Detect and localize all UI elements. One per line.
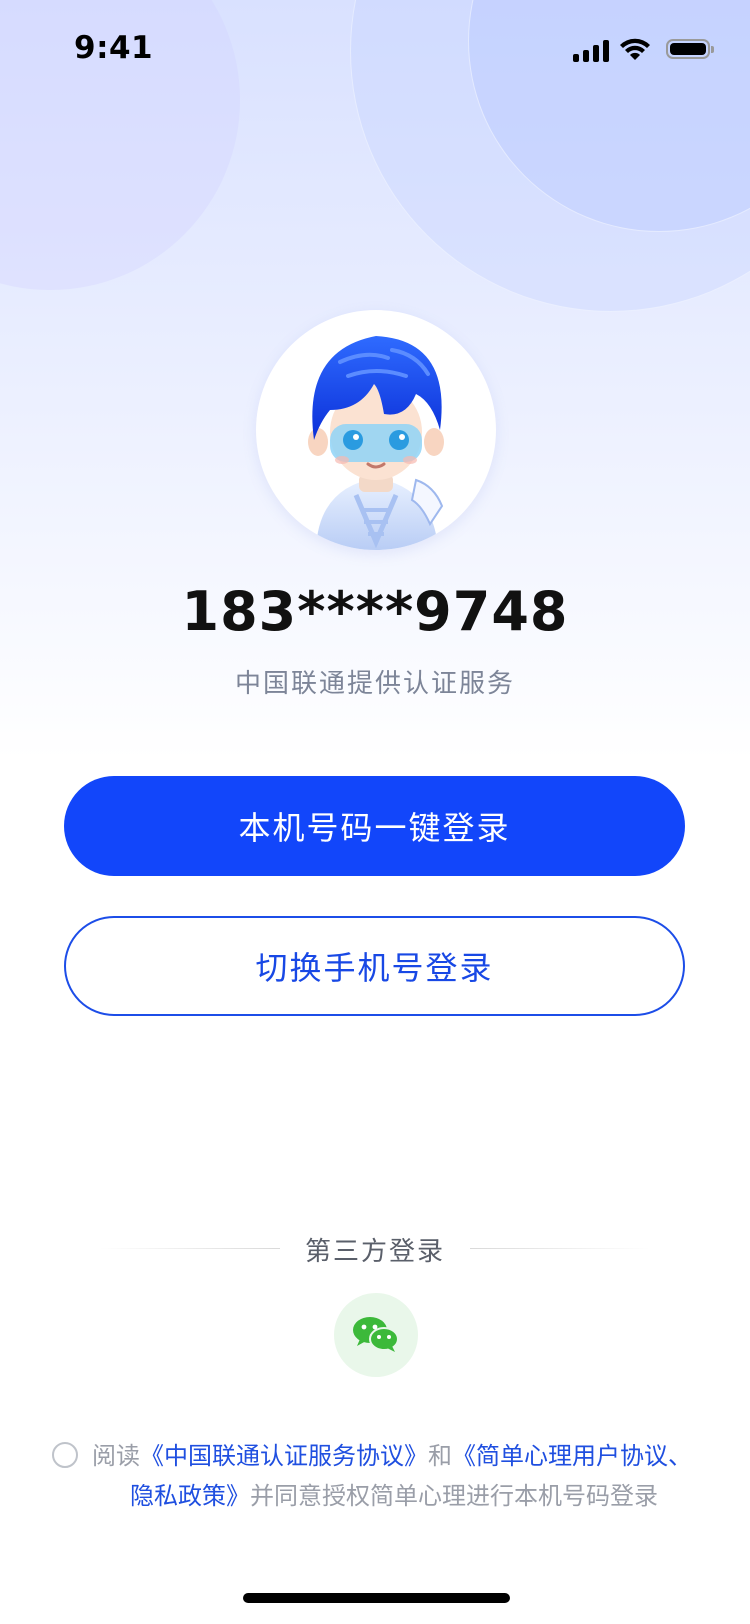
divider-line (100, 1248, 280, 1249)
agreement-checkbox[interactable] (52, 1442, 78, 1468)
third-party-login-divider: 第三方登录 (0, 1228, 750, 1268)
switch-phone-login-button[interactable]: 切换手机号登录 (64, 916, 685, 1016)
battery-icon (666, 39, 714, 59)
wifi-icon (620, 38, 650, 60)
home-indicator (243, 1593, 510, 1603)
avatar (256, 310, 496, 550)
signal-icon (573, 40, 609, 62)
wechat-icon (353, 1317, 399, 1352)
agreement-text: 阅读《中国联通认证服务协议》和《简单心理用户协议、 隐私政策》并同意授权简单心理… (92, 1436, 732, 1516)
one-click-login-button[interactable]: 本机号码一键登录 (64, 776, 685, 876)
avatar-character-illustration (308, 336, 444, 550)
agreement-suffix: 并同意授权简单心理进行本机号码登录 (250, 1482, 658, 1510)
masked-phone-number: 183****9748 (181, 580, 569, 643)
unicom-agreement-link[interactable]: 《中国联通认证服务协议》 (140, 1442, 428, 1470)
privacy-policy-link[interactable]: 隐私政策》 (130, 1482, 250, 1510)
provider-text: 中国联通提供认证服务 (234, 669, 515, 699)
third-party-login-title: 第三方登录 (304, 1237, 445, 1267)
login-screen: 9:41 183****9748 中国联通提供认证服务 本机号码一键登录 切换手… (0, 0, 750, 1624)
status-bar: 9:41 (0, 0, 750, 100)
status-time: 9:41 (74, 30, 154, 66)
agreement-prefix: 阅读 (92, 1442, 140, 1470)
user-agreement-link[interactable]: 《简单心理用户协议、 (452, 1442, 692, 1470)
agreement-and: 和 (428, 1442, 452, 1470)
wechat-login-button[interactable] (334, 1293, 418, 1377)
divider-line (470, 1248, 650, 1249)
